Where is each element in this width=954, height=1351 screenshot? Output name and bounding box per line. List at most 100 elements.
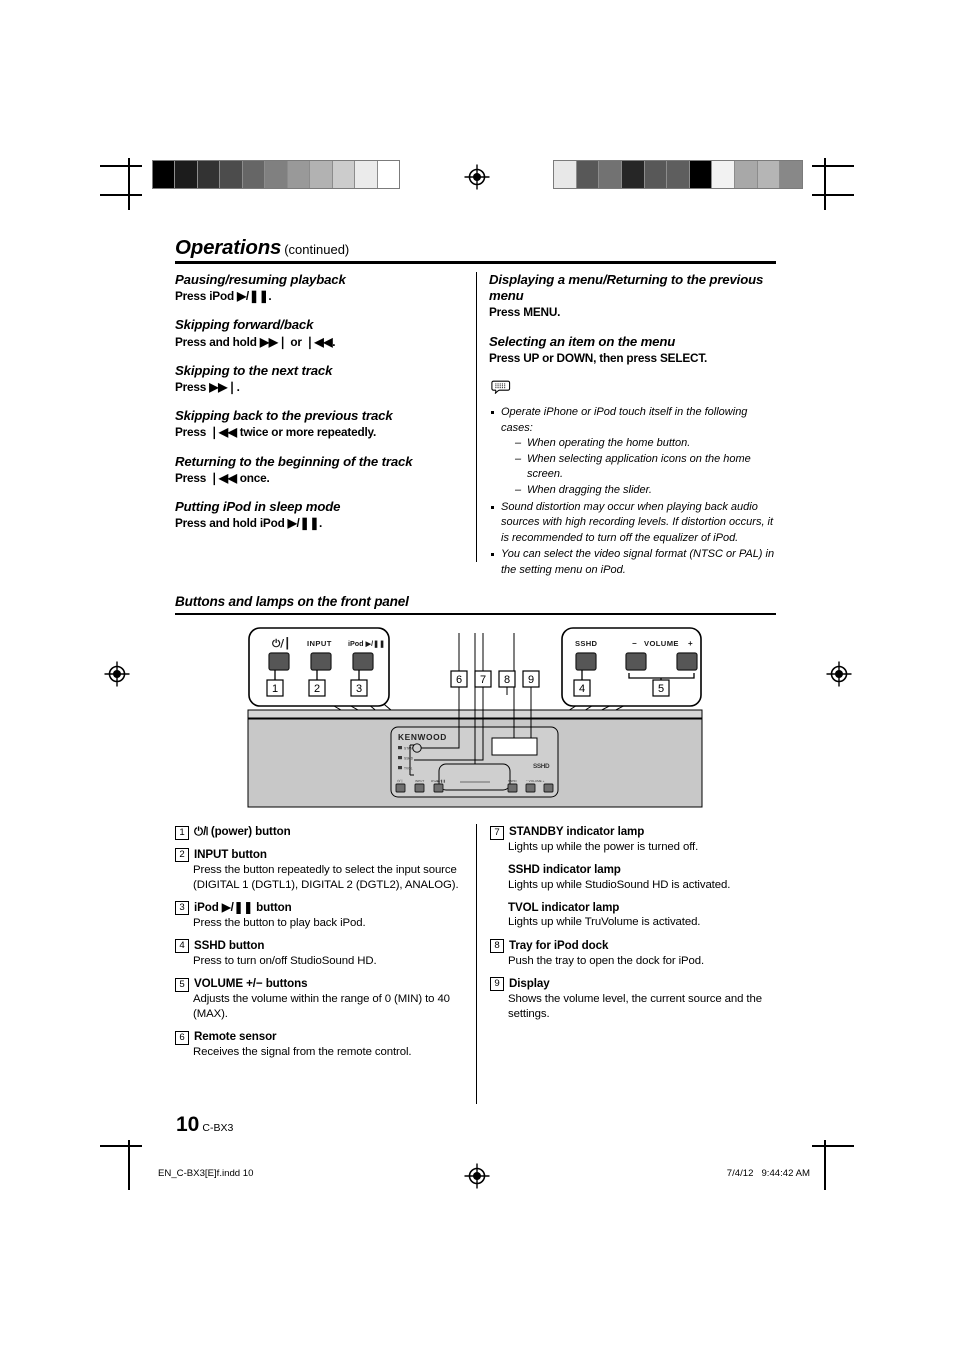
sublamp-item: SSHD indicator lamp Lights up while Stud… (508, 862, 790, 893)
subsection-body: Press and hold iPod ▶/❚❚. (175, 516, 323, 531)
item-number: 8 (490, 939, 504, 954)
svg-text:8: 8 (504, 674, 510, 686)
calibration-swatch-1 (175, 161, 198, 188)
display-window (491, 737, 538, 756)
item-title: Display (509, 976, 550, 990)
description-item: 5 VOLUME +/− buttons Adjusts the volume … (175, 976, 467, 1022)
sublamp-body: Lights up while TruVolume is activated. (508, 916, 701, 929)
subsection-body: Press MENU. (489, 305, 561, 320)
input-button-label: INPUT (307, 639, 332, 648)
ipod-dock-tray (438, 763, 511, 791)
item-title: Tray for iPod dock (509, 938, 609, 952)
item-title: STANDBY indicator lamp (509, 825, 645, 838)
subsection-heading: Skipping forward/back (175, 317, 314, 333)
note-text: Operate iPhone or iPod touch itself in t… (501, 405, 748, 434)
description-item: 6 Remote sensor Receives the signal from… (175, 1029, 467, 1060)
item-title: iPod ▶/❚❚ button (194, 900, 292, 914)
svg-text:9: 9 (528, 674, 534, 686)
section-heading: Buttons and lamps on the front panel (175, 594, 409, 609)
item-number: 6 (175, 1030, 189, 1045)
subsection-heading: Skipping to the next track (175, 362, 333, 378)
sublamp-body: Lights up while StudioSound HD is activa… (508, 878, 731, 891)
page-title-continued: (continued) (284, 242, 350, 257)
description-item: 3 iPod ▶/❚❚ button Press the button to p… (175, 900, 467, 931)
calibration-swatch-0 (153, 161, 176, 188)
subsection-body: Press ▶▶❘. (175, 379, 240, 394)
subsection-heading: Displaying a menu/Returning to the previ… (489, 272, 764, 304)
subsection-heading: Putting iPod in sleep mode (175, 499, 341, 515)
description-item: 2 INPUT button Press the button repeated… (175, 847, 467, 893)
power-button-label: ⏻/┃ (272, 637, 290, 650)
item-title: Remote sensor (194, 1030, 277, 1044)
subsection-body: Press UP or DOWN, then press SELECT. (489, 350, 708, 365)
svg-text:TVOL: TVOL (404, 766, 413, 770)
calibration-swatch-0 (554, 161, 577, 188)
registration-target-top (464, 164, 490, 190)
svg-text:6: 6 (456, 674, 462, 686)
right-column: Displaying a menu/Returning to the previ… (489, 272, 781, 580)
item-body: Press the button repeatedly to select th… (193, 863, 459, 891)
crop-mark (824, 158, 826, 210)
grayscale-calibration-strip-left (152, 160, 400, 189)
calibration-swatch-5 (667, 161, 690, 188)
item-body: Receives the signal from the remote cont… (193, 1046, 412, 1059)
item-number: 4 (175, 939, 189, 954)
item-body: Shows the volume level, the current sour… (508, 992, 762, 1020)
calibration-swatch-1 (576, 161, 600, 188)
kenwood-logo: KENWOOD (398, 732, 447, 742)
section-rule (175, 613, 776, 615)
calibration-swatch-6 (287, 161, 311, 188)
item-title: VOLUME +/− buttons (194, 977, 308, 991)
note-bubble-icon (491, 380, 781, 401)
registration-target-bottom (464, 1163, 490, 1189)
remote-sensor (412, 743, 422, 753)
front-panel-diagram: KENWOOD STANDBY SSHD TVOL SSHD ⏻/┃ INPUT… (245, 625, 705, 810)
subsection-body: Press ❘◀◀ twice or more repeatedly. (175, 425, 377, 440)
title-rule (175, 261, 776, 264)
crop-mark (100, 194, 142, 196)
descriptions-right: 7 STANDBY indicator lamp Lights up while… (490, 824, 790, 1029)
page-number: 10 C-BX3 (176, 1113, 233, 1137)
svg-text:⏻/┃: ⏻/┃ (397, 779, 404, 783)
item-number: 5 (175, 977, 189, 992)
sublamp-title: TVOL indicator lamp (508, 900, 620, 914)
sshd-logo-mark: SSHD (533, 763, 550, 770)
item-body: Push the tray to open the dock for iPod. (508, 954, 705, 967)
calibration-swatch-7 (712, 161, 736, 188)
footer-filename: EN_C-BX3[E]f.indd 10 (158, 1168, 254, 1179)
note-subitem: When operating the home button. (515, 436, 781, 452)
calibration-swatch-10 (377, 161, 399, 188)
item-number: 3 (175, 901, 189, 916)
registration-target-left (104, 661, 130, 687)
manual-page: Operations (continued) Pausing/resuming p… (0, 0, 954, 1351)
note-item: Sound distortion may occur when playing … (489, 500, 781, 547)
calibration-swatch-5 (265, 161, 288, 188)
svg-text:1: 1 (272, 683, 278, 695)
svg-text:3: 3 (356, 683, 362, 695)
page-number-value: 10 (176, 1113, 200, 1136)
calibration-swatch-3 (220, 161, 243, 188)
subsection-body: Press and hold ▶▶❘ or ❘◀◀. (175, 334, 336, 349)
note-sublist: When operating the home button. When sel… (501, 436, 781, 498)
svg-text:SSHD: SSHD (404, 756, 414, 760)
item-number: 9 (490, 977, 504, 992)
note-subitem: When selecting application icons on the … (515, 452, 781, 483)
subsection-heading: Skipping back to the previous track (175, 408, 393, 424)
calibration-swatch-9 (757, 161, 781, 188)
crop-mark (812, 194, 854, 196)
page-title: Operations (continued) (175, 236, 775, 260)
description-item: 8 Tray for iPod dock Push the tray to op… (490, 938, 790, 969)
crop-mark (812, 165, 854, 167)
calibration-swatch-4 (242, 161, 266, 188)
svg-text:SSHD: SSHD (508, 779, 517, 783)
calibration-swatch-7 (310, 161, 333, 188)
description-item: 9 Display Shows the volume level, the cu… (490, 976, 790, 1022)
sublamp-title: SSHD indicator lamp (508, 863, 621, 877)
svg-text:+: + (688, 639, 693, 648)
description-item: 7 STANDBY indicator lamp Lights up while… (490, 824, 790, 931)
subsection-heading: Returning to the beginning of the track (175, 453, 413, 469)
footer-timestamp: 7/4/12 9:44:42 AM (726, 1168, 810, 1179)
crop-mark (100, 165, 142, 167)
crop-mark (824, 1140, 826, 1190)
svg-text:−: − (632, 639, 637, 648)
